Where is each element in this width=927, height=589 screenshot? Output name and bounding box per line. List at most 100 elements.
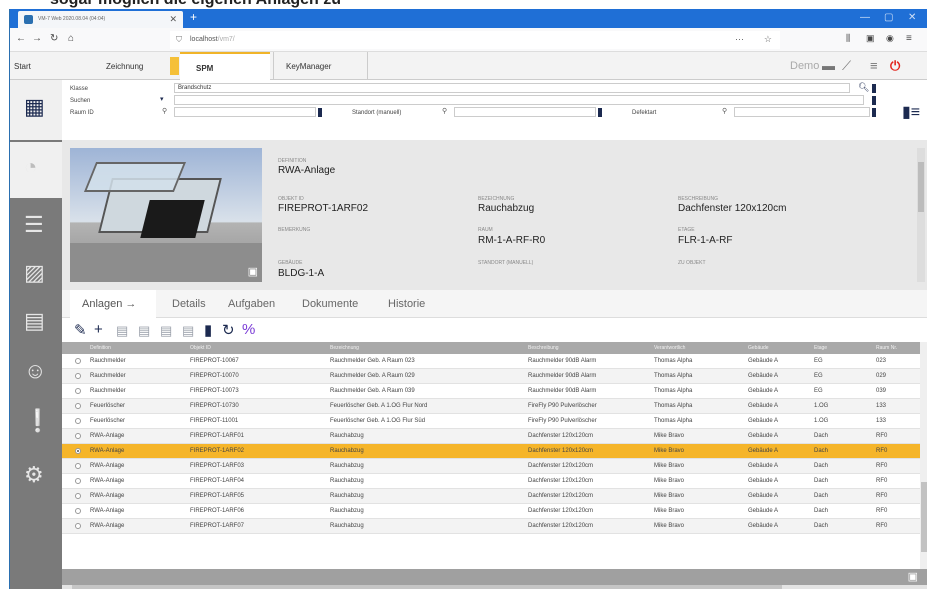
photo-gallery-icon[interactable]: ▣ xyxy=(248,265,258,278)
row-radio[interactable] xyxy=(75,523,81,529)
edit-pencil-icon[interactable]: ✎ xyxy=(74,321,87,339)
standort-input[interactable] xyxy=(454,107,596,117)
minimize-icon[interactable]: — xyxy=(860,12,870,23)
close-window-icon[interactable]: ✕ xyxy=(908,12,916,23)
copy-item-icon[interactable]: ▤ xyxy=(138,323,150,339)
defektart-input[interactable] xyxy=(734,107,870,117)
menu-spm-tab[interactable]: SPM xyxy=(180,52,270,80)
klasse-clear-icon[interactable] xyxy=(872,84,876,93)
tab-historie[interactable]: Historie xyxy=(388,298,425,310)
row-radio[interactable] xyxy=(75,463,81,469)
row-radio[interactable] xyxy=(75,433,81,439)
document-icon[interactable]: ▤ xyxy=(24,308,45,334)
list-icon[interactable]: ☰ xyxy=(24,212,44,238)
tab-dokumente[interactable]: Dokumente xyxy=(302,298,358,310)
row-radio[interactable] xyxy=(75,493,81,499)
horizontal-scroll-thumb[interactable] xyxy=(72,585,782,589)
add-subitem-icon[interactable]: ▤ xyxy=(116,323,128,339)
sidebar-icon[interactable]: ▣ xyxy=(866,33,875,44)
raum-id-input[interactable] xyxy=(174,107,316,117)
page-actions-icon[interactable]: ⋯ xyxy=(735,34,744,45)
delete-icon[interactable]: ▮ xyxy=(204,321,212,339)
search-icon[interactable]: 🔍︎ xyxy=(858,82,869,93)
gear-icon[interactable]: ⚙ xyxy=(24,462,44,488)
folder-icon[interactable]: ▬ xyxy=(822,58,835,73)
table-scrollbar[interactable] xyxy=(920,342,927,569)
table-row[interactable]: Rauchmelder FIREPROT-10070 Rauchmelder Geb… xyxy=(62,369,927,384)
col-bezeichnung[interactable]: Bezeichnung xyxy=(330,345,359,351)
row-radio[interactable] xyxy=(75,418,81,424)
detail-scroll-thumb[interactable] xyxy=(918,162,924,212)
row-radio[interactable] xyxy=(75,373,81,379)
back-arrow-icon[interactable]: ← xyxy=(16,33,26,44)
percent-icon[interactable]: % xyxy=(242,321,255,338)
table-row[interactable]: RWA-Anlage FIREPROT-1ARF07 Rauchabzug Dachf… xyxy=(62,519,927,534)
row-radio[interactable] xyxy=(75,358,81,364)
object-photo[interactable]: ▣ xyxy=(70,148,262,282)
bookmark-star-icon[interactable]: ☆ xyxy=(764,34,772,45)
library-icon[interactable]: ⫼ xyxy=(846,33,850,44)
export-icon[interactable]: ▣ xyxy=(908,570,918,583)
table-row[interactable]: Feuerlöscher FIREPROT-10730 Feuerlöscher G… xyxy=(62,399,927,414)
move-item-icon[interactable]: ▤ xyxy=(160,323,172,339)
standort-clear-icon[interactable] xyxy=(598,108,602,117)
tab-anlagen[interactable]: Anlagen → xyxy=(70,290,156,318)
home-icon[interactable]: ⌂ xyxy=(68,33,74,44)
close-tab-icon[interactable]: ✕ xyxy=(169,14,177,25)
tab-details[interactable]: Details xyxy=(172,298,206,310)
col-verantwortlich[interactable]: Verantwortlich xyxy=(654,345,685,351)
defektart-clear-icon[interactable] xyxy=(872,108,876,117)
tab-aufgaben[interactable]: Aufgaben xyxy=(228,298,275,310)
account-icon[interactable]: ◉ xyxy=(886,33,894,44)
col-beschreibung[interactable]: Beschreibung xyxy=(528,345,559,351)
row-radio[interactable] xyxy=(75,388,81,394)
raum-clear-icon[interactable] xyxy=(318,108,322,117)
table-scroll-thumb[interactable] xyxy=(921,482,927,552)
hamburger-menu-icon[interactable]: ≡ xyxy=(906,33,912,44)
col-definition[interactable]: Definition xyxy=(90,345,111,351)
browser-tab[interactable]: VM-7 Web 2020.08.04 (04:04) ✕ xyxy=(18,11,183,28)
maximize-icon[interactable]: ▢ xyxy=(884,12,893,23)
suchen-input[interactable] xyxy=(174,95,864,105)
reload-icon[interactable]: ↻ xyxy=(50,33,58,44)
table-row[interactable]: RWA-Anlage FIREPROT-1ARF01 Rauchabzug Dachf… xyxy=(62,429,927,444)
filter-delete-icon[interactable]: ▮≡ xyxy=(902,102,920,122)
image-icon[interactable]: ▨ xyxy=(24,260,45,286)
table-row[interactable]: Feuerlöscher FIREPROT-11001 Feuerlöscher G… xyxy=(62,414,927,429)
table-row[interactable]: RWA-Anlage FIREPROT-1ARF05 Rauchabzug Dachf… xyxy=(62,489,927,504)
app-menu-icon[interactable]: ≡ xyxy=(870,58,878,73)
menu-start[interactable]: Start xyxy=(14,62,31,71)
klasse-input[interactable]: Brandschutz xyxy=(174,83,850,93)
row-radio[interactable] xyxy=(75,508,81,514)
defektart-pin-icon[interactable]: ⚲ xyxy=(722,107,727,115)
table-row[interactable]: Rauchmelder FIREPROT-10067 Rauchmelder Geb… xyxy=(62,354,927,369)
url-bar[interactable]: ⛉ localhost/vm7/ ⋯ ☆ xyxy=(170,31,780,49)
new-tab-icon[interactable]: + xyxy=(190,10,197,24)
standort-pin-icon[interactable]: ⚲ xyxy=(442,107,447,115)
col-objekt-id[interactable]: Objekt ID xyxy=(190,345,211,351)
col-etage[interactable]: Etage xyxy=(814,345,827,351)
col-raum-nr[interactable]: Raum Nr. xyxy=(876,345,897,351)
raum-pin-icon[interactable]: ⚲ xyxy=(162,107,167,115)
calendar-icon[interactable]: ▦ xyxy=(24,94,45,120)
suchen-dropdown-icon[interactable]: ▾ xyxy=(160,95,164,103)
row-radio[interactable] xyxy=(75,478,81,484)
link-item-icon[interactable]: ▤ xyxy=(182,323,194,339)
power-icon[interactable]: ⏻ xyxy=(890,58,900,74)
refresh-icon[interactable]: ↻ xyxy=(222,321,235,339)
table-row[interactable]: RWA-Anlage FIREPROT-1ARF04 Rauchabzug Dachf… xyxy=(62,474,927,489)
forward-arrow-icon[interactable]: → xyxy=(32,33,42,44)
table-row[interactable]: RWA-Anlage FIREPROT-1ARF02 Rauchabzug Dachf… xyxy=(62,444,927,459)
horizontal-scrollbar[interactable] xyxy=(62,585,927,589)
pie-chart-icon[interactable]: ◔ xyxy=(24,154,37,180)
menu-zeichnung[interactable]: Zeichnung xyxy=(106,62,143,71)
alert-icon[interactable]: ❕ xyxy=(24,408,51,434)
user-icon[interactable]: ☺ xyxy=(24,358,46,384)
table-row[interactable]: Rauchmelder FIREPROT-10073 Rauchmelder Geb… xyxy=(62,384,927,399)
suchen-clear-icon[interactable] xyxy=(872,96,876,105)
table-row[interactable]: RWA-Anlage FIREPROT-1ARF06 Rauchabzug Dachf… xyxy=(62,504,927,519)
row-radio[interactable] xyxy=(75,448,81,454)
chart-icon[interactable]: ⟋ xyxy=(842,58,851,74)
row-radio[interactable] xyxy=(75,403,81,409)
col-gebaeude[interactable]: Gebäude xyxy=(748,345,769,351)
